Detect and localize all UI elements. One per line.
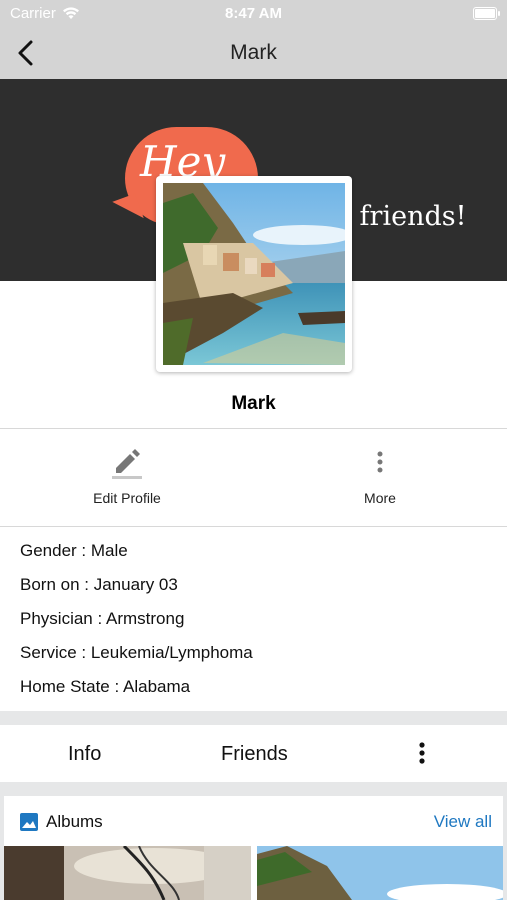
battery-icon — [473, 7, 500, 20]
albums-card: Albums View all — [4, 796, 503, 900]
more-label: More — [364, 490, 396, 506]
album-thumbnail[interactable] — [257, 846, 503, 900]
view-all-link[interactable]: View all — [434, 812, 492, 832]
coastal-photo — [163, 183, 345, 365]
image-icon — [20, 813, 38, 831]
detail-home-state: Home State : Alabama — [20, 677, 191, 696]
profile-details: Gender : Male Born on : January 03 Physi… — [20, 542, 253, 712]
tab-bar: Info Friends — [0, 725, 507, 782]
detail-gender: Gender : Male — [20, 541, 128, 560]
tab-info[interactable]: Info — [68, 743, 101, 766]
nav-bar: Mark — [0, 28, 507, 79]
detail-service: Service : Leukemia/Lymphoma — [20, 643, 253, 662]
detail-birthday: Born on : January 03 — [20, 575, 178, 594]
edit-profile-label: Edit Profile — [93, 490, 161, 506]
avatar[interactable] — [156, 176, 352, 372]
divider — [0, 526, 507, 527]
avatar-photo — [163, 183, 345, 365]
page-title: Mark — [230, 41, 277, 64]
more-vertical-icon — [377, 451, 383, 473]
pencil-icon — [112, 449, 142, 479]
divider — [0, 428, 507, 429]
tab-friends[interactable]: Friends — [221, 743, 288, 766]
edit-profile-button[interactable]: Edit Profile — [47, 440, 207, 520]
banner-tagline: e friends! — [335, 201, 467, 232]
album-photo — [257, 846, 503, 900]
album-photo — [4, 846, 251, 900]
status-bar: Carrier 8:47 AM — [0, 0, 507, 28]
status-time: 8:47 AM — [225, 5, 282, 22]
profile-name: Mark — [231, 393, 276, 414]
battery-level — [475, 9, 495, 18]
detail-physician: Physician : Armstrong — [20, 609, 185, 628]
tab-more-button[interactable] — [412, 741, 432, 765]
album-thumbnail[interactable] — [4, 846, 251, 900]
albums-title: Albums — [46, 812, 103, 831]
section-separator — [0, 711, 507, 725]
more-button[interactable]: More — [300, 440, 460, 520]
more-vertical-icon — [419, 742, 425, 764]
